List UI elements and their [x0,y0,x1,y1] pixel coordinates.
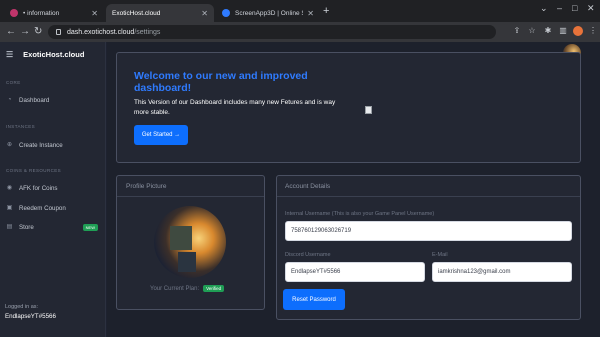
minimize-icon[interactable]: – [557,3,562,13]
tab-favicon-icon [10,9,18,17]
discord-username-field[interactable]: EndlapseYT#5566 [285,262,425,282]
sidebar-item-afk-coins[interactable]: ◉ AFK for Coins [6,185,102,192]
extension-orange-icon[interactable] [573,26,583,36]
close-icon[interactable]: ✕ [201,9,208,18]
plus-circle-icon: ⊕ [6,142,13,148]
divider [277,196,580,197]
sidebar: ☰ ExoticHost.cloud CORE ◔ Dashboard INST… [0,42,106,337]
section-coins-label: COINS & RESOURCES [6,168,62,173]
email-field[interactable]: iamkrishna123@gmail.com [432,262,572,282]
sidebar-item-label: AFK for Coins [19,185,58,192]
address-bar[interactable]: dash.exotichost.cloud/settings [48,25,496,39]
reset-password-button[interactable]: Reset Password [283,289,345,310]
maximize-icon[interactable]: □ [572,3,577,13]
browser-tab-screenapp[interactable]: ScreenApp3D | Online Scre ✕ [216,4,320,22]
browser-menu-icon[interactable]: ⋮ [588,26,598,36]
lock-icon [56,29,61,35]
account-card-heading: Account Details [285,183,331,190]
browser-toolbar: ← → ↻ dash.exotichost.cloud/settings [0,22,600,42]
tab-favicon-icon [222,9,230,17]
window-close-icon[interactable]: ✕ [587,3,595,14]
welcome-title: Welcome to our new and improved dashboar… [134,70,308,94]
coins-icon: ◉ [6,185,13,191]
gift-icon: ▣ [6,205,13,211]
store-icon: ▤ [6,224,13,230]
brand: ☰ ExoticHost.cloud [6,50,84,59]
reload-icon[interactable]: ↻ [34,26,42,38]
browser-tab-exotichost[interactable]: ExoticHost.cloud ✕ [106,4,214,22]
close-icon[interactable]: ✕ [91,9,98,18]
sidebar-item-dashboard[interactable]: ◔ Dashboard [6,97,102,104]
get-started-button[interactable]: Get Started → [134,125,188,145]
divider [117,196,264,197]
new-tab-icon[interactable]: + [323,5,329,17]
sidebar-item-label: Store [19,224,34,231]
broken-image-icon [365,106,372,114]
current-plan: Your Current Plan: Verified [150,285,225,292]
welcome-description: This Version of our Dashboard includes m… [134,99,336,116]
back-icon[interactable]: ← [6,26,16,38]
url-path: /settings [134,28,161,36]
sidebar-item-store[interactable]: ▤ Store NEW [6,224,102,231]
extensions-icon[interactable]: ✱ [543,26,553,36]
internal-username-field[interactable]: 758760129063026719 [285,221,572,241]
tab-label: • information [23,9,60,17]
browser-tab-information[interactable]: • information ✕ [4,4,104,22]
forward-icon[interactable]: → [20,26,30,38]
sidebar-item-redeem-coupon[interactable]: ▣ Reedem Coupon [6,205,102,212]
profile-picture [154,206,226,278]
browser-tabstrip: • information ✕ ExoticHost.cloud ✕ Scree… [0,0,600,22]
sidebar-item-label: Create Instance [19,142,63,149]
tab-label: ScreenApp3D | Online Scre [235,9,303,17]
section-core-label: CORE [6,80,21,85]
url-host: dash.exotichost.cloud [67,28,135,36]
logged-in-user: EndlapseYT#5566 [5,313,56,320]
plan-label: Your Current Plan: [150,285,200,292]
profile-card-heading: Profile Picture [126,183,167,190]
sidebar-item-label: Dashboard [19,97,50,104]
dashboard-icon: ◔ [7,97,12,103]
internal-username-label: Internal Username (This is also your Gam… [285,211,435,217]
email-label: E-Mail [432,252,448,258]
logged-in-label: Logged in as: [5,304,39,310]
discord-username-label: Discord Username [285,252,331,258]
tab-label: ExoticHost.cloud [112,9,161,17]
chevron-down-icon[interactable]: ⌄ [540,3,548,14]
sidebar-item-label: Reedem Coupon [19,205,66,212]
share-icon[interactable]: ⇪ [512,26,522,36]
bookmark-star-icon[interactable]: ☆ [527,26,537,36]
close-icon[interactable]: ✕ [307,9,314,18]
brand-title[interactable]: ExoticHost.cloud [23,50,84,59]
hamburger-menu-icon[interactable]: ☰ [6,50,13,59]
verified-badge: Verified [203,285,225,292]
sidebar-toggle-icon[interactable]: ▥ [558,26,568,36]
section-instances-label: INSTANCES [6,124,36,129]
sidebar-item-create-instance[interactable]: ⊕ Create Instance [6,142,102,149]
new-badge: NEW [82,224,98,231]
